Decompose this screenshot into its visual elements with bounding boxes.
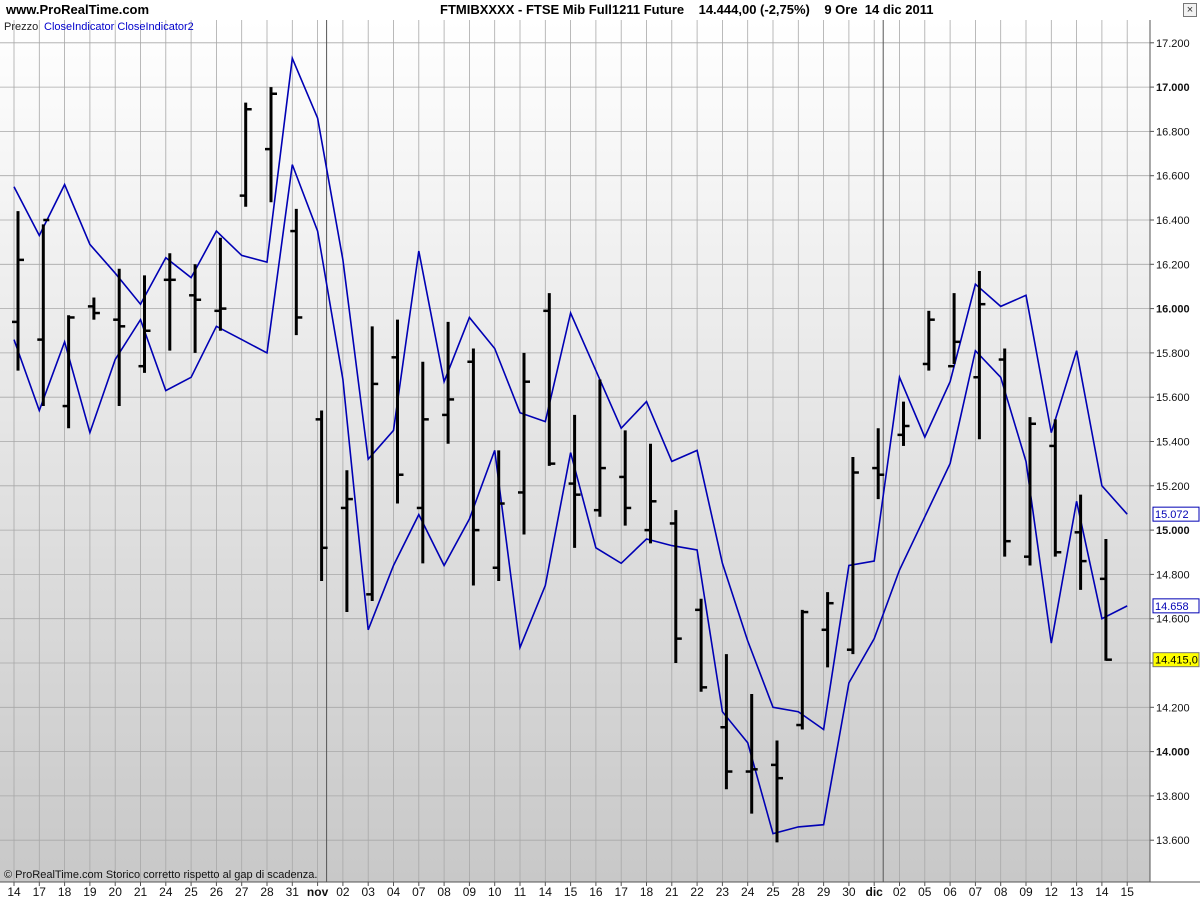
x-tick-label: 02 xyxy=(336,885,350,899)
y-tick-label: 16.600 xyxy=(1156,171,1190,183)
x-tick-label: 06 xyxy=(943,885,957,899)
x-tick-label: 26 xyxy=(210,885,224,899)
x-tick-label: 24 xyxy=(159,885,173,899)
y-tick-label: 15.200 xyxy=(1156,481,1190,493)
x-tick-label: 05 xyxy=(918,885,932,899)
price-label-text: 15.072 xyxy=(1155,509,1189,521)
y-tick-label: 14.800 xyxy=(1156,569,1190,581)
y-tick-label: 15.800 xyxy=(1156,348,1190,360)
x-tick-label: 09 xyxy=(1019,885,1033,899)
x-tick-label: 28 xyxy=(260,885,274,899)
x-tick-label: 21 xyxy=(665,885,679,899)
x-tick-label: 29 xyxy=(817,885,831,899)
x-tick-label: dic xyxy=(866,885,884,899)
x-tick-label: nov xyxy=(307,885,329,899)
site-name: www.ProRealTime.com xyxy=(6,2,150,17)
y-tick-label: 16.400 xyxy=(1156,215,1190,227)
x-tick-label: 28 xyxy=(792,885,806,899)
x-tick-label: 15 xyxy=(1121,885,1135,899)
x-tick-label: 08 xyxy=(994,885,1008,899)
x-tick-label: 18 xyxy=(640,885,654,899)
x-tick-label: 18 xyxy=(58,885,72,899)
x-tick-label: 07 xyxy=(969,885,983,899)
x-tick-label: 30 xyxy=(842,885,856,899)
close-button[interactable]: × xyxy=(1183,3,1197,17)
x-tick-label: 12 xyxy=(1045,885,1059,899)
title-bar: www.ProRealTime.com FTMIBXXXX - FTSE Mib… xyxy=(0,0,1200,20)
y-tick-label: 14.600 xyxy=(1156,614,1190,626)
y-tick-label: 14.200 xyxy=(1156,702,1190,714)
y-tick-label: 15.400 xyxy=(1156,437,1190,449)
x-tick-label: 24 xyxy=(741,885,755,899)
y-tick-label: 14.000 xyxy=(1156,747,1190,759)
legend-prefix: Prezzo xyxy=(4,21,38,33)
last-price-label: 14.415,0 xyxy=(1152,652,1200,668)
y-tick-label: 13.800 xyxy=(1156,791,1190,803)
x-tick-label: 31 xyxy=(286,885,300,899)
footer-note: © ProRealTime.com Storico corretto rispe… xyxy=(4,869,317,881)
x-tick-label: 17 xyxy=(615,885,629,899)
x-tick-label: 17 xyxy=(33,885,47,899)
y-tick-label: 13.600 xyxy=(1156,835,1190,847)
x-tick-label: 27 xyxy=(235,885,249,899)
x-tick-label: 07 xyxy=(412,885,426,899)
x-tick-label: 15 xyxy=(564,885,578,899)
x-tick-label: 16 xyxy=(589,885,603,899)
x-tick-label: 23 xyxy=(716,885,730,899)
y-tick-label: 15.000 xyxy=(1156,525,1190,537)
y-tick-label: 15.600 xyxy=(1156,392,1190,404)
x-tick-label: 13 xyxy=(1070,885,1084,899)
x-tick-label: 20 xyxy=(109,885,123,899)
price-label-text: 14.658 xyxy=(1155,601,1189,613)
price-chart[interactable]: 13.60013.80014.00014.20014.40014.60014.8… xyxy=(0,0,1200,900)
y-tick-label: 16.000 xyxy=(1156,304,1190,316)
x-tick-label: 08 xyxy=(437,885,451,899)
x-tick-label: 21 xyxy=(134,885,148,899)
x-tick-label: 25 xyxy=(184,885,198,899)
y-tick-label: 16.800 xyxy=(1156,126,1190,138)
x-tick-label: 19 xyxy=(83,885,97,899)
y-tick-label: 17.200 xyxy=(1156,38,1190,50)
x-tick-label: 04 xyxy=(387,885,401,899)
indicator-value-label: 14.658 xyxy=(1152,598,1200,614)
y-tick-label: 16.200 xyxy=(1156,259,1190,271)
x-tick-label: 03 xyxy=(362,885,376,899)
price-label-text: 14.415,0 xyxy=(1155,655,1198,667)
x-tick-label: 10 xyxy=(488,885,502,899)
x-tick-label: 11 xyxy=(514,885,527,899)
chart-title: FTMIBXXXX - FTSE Mib Full1211 Future 14.… xyxy=(440,2,934,17)
x-tick-label: 25 xyxy=(766,885,780,899)
y-tick-label: 17.000 xyxy=(1156,82,1190,94)
x-tick-label: 14 xyxy=(539,885,553,899)
x-tick-label: 14 xyxy=(1095,885,1109,899)
x-tick-label: 14 xyxy=(7,885,21,899)
x-tick-label: 02 xyxy=(893,885,907,899)
x-tick-label: 22 xyxy=(690,885,704,899)
x-tick-label: 09 xyxy=(463,885,477,899)
indicator-value-label: 15.072 xyxy=(1152,506,1200,522)
legend-indicators: CloseIndicator CloseIndicator2 xyxy=(44,21,194,33)
